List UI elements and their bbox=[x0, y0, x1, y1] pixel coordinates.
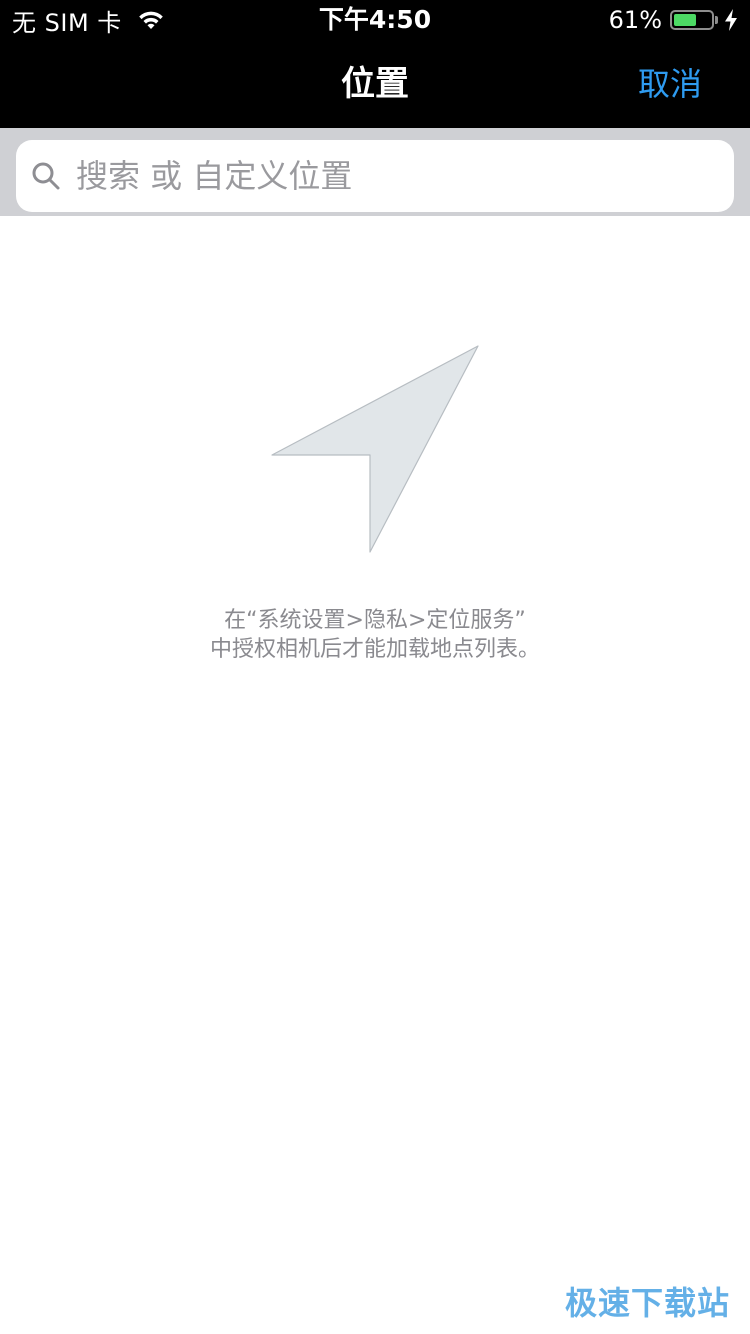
search-input[interactable] bbox=[74, 156, 734, 196]
battery-fill bbox=[674, 14, 696, 26]
status-bar: 无 SIM 卡 下午4:50 61% bbox=[0, 0, 750, 40]
battery-icon bbox=[670, 10, 714, 30]
message-line-2: 中授权相机后才能加载地点列表。 bbox=[209, 637, 540, 662]
watermark: 极速下载站 bbox=[564, 1284, 730, 1322]
charging-bolt-icon bbox=[725, 9, 737, 31]
top-bar: 无 SIM 卡 下午4:50 61% 位置 取消 bbox=[0, 0, 750, 128]
search-box[interactable] bbox=[16, 140, 734, 212]
location-arrow-icon bbox=[271, 345, 479, 553]
status-right: 61% bbox=[609, 4, 738, 36]
search-icon bbox=[32, 162, 60, 190]
location-permission-message: 在“系统设置>隐私>定位服务” 中授权相机后才能加载地点列表。 bbox=[0, 606, 750, 664]
battery-cap bbox=[715, 16, 718, 24]
battery-percent: 61% bbox=[608, 6, 662, 34]
location-picker-screen: 无 SIM 卡 下午4:50 61% 位置 取消 搜索 或 自定义位置 在“系统… bbox=[0, 0, 750, 1334]
cancel-button[interactable]: 取消 bbox=[638, 58, 702, 110]
message-line-1: 在“系统设置>隐私>定位服务” bbox=[224, 608, 526, 633]
search-area bbox=[0, 128, 750, 216]
